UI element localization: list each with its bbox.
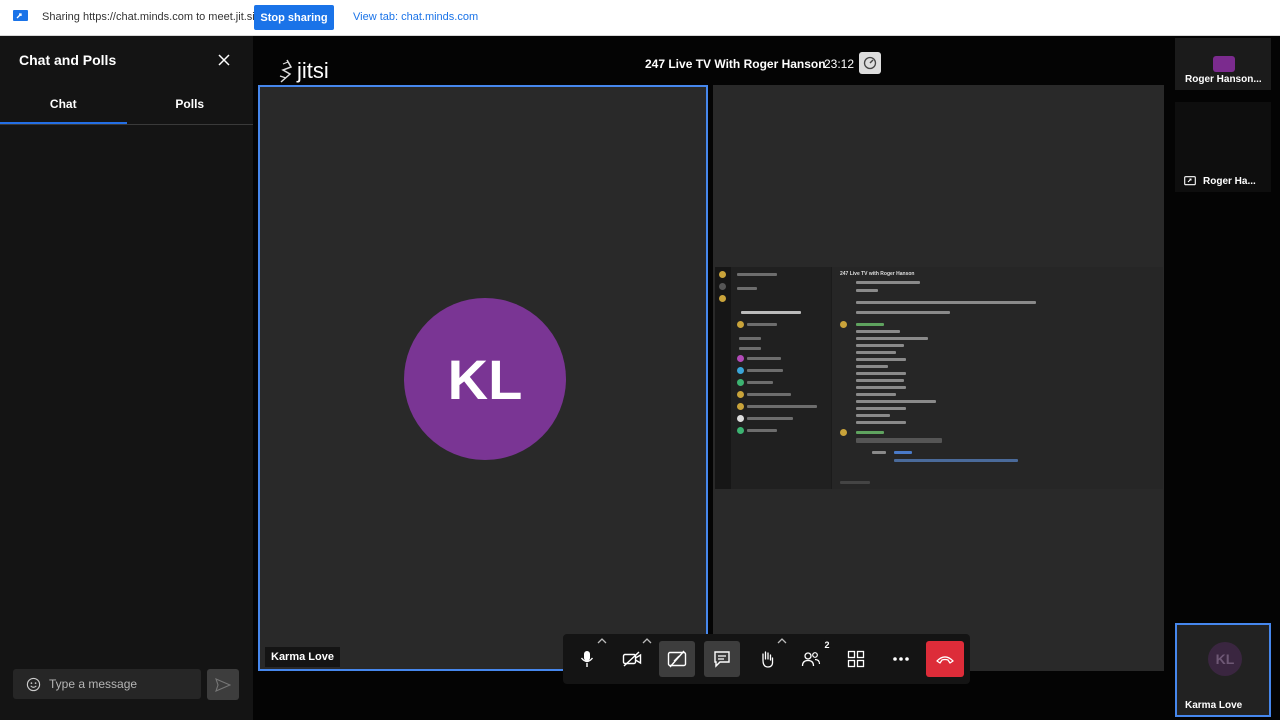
participants-icon [801, 652, 821, 667]
participant-name-tag: Karma Love [265, 647, 340, 667]
microphone-button[interactable] [569, 641, 605, 677]
avatar: KL [1208, 642, 1242, 676]
meeting-toolbar: 2 [563, 634, 970, 684]
participant-tile-karma-love[interactable]: KL Karma Love [258, 85, 708, 671]
filmstrip-item[interactable]: Roger Hanson... [1175, 38, 1271, 90]
microphone-icon [580, 651, 594, 667]
tile-view-button[interactable] [838, 641, 874, 677]
sharing-bar: Sharing https://chat.minds.com to meet.j… [0, 0, 1280, 36]
chat-panel: Chat and Polls Chat Polls [0, 36, 253, 720]
participants-count-badge: 2 [821, 639, 833, 651]
screen-share-icon [13, 10, 28, 21]
send-button[interactable] [207, 669, 239, 700]
shared-screen-content: 247 Live TV with Roger Hanson [715, 267, 1163, 489]
camera-button[interactable] [614, 641, 650, 677]
emoji-icon[interactable] [26, 677, 41, 692]
close-icon[interactable] [216, 52, 232, 68]
participant-name: Roger Ha... [1184, 176, 1256, 187]
tab-chat[interactable]: Chat [0, 92, 127, 124]
chat-input-container [13, 669, 201, 699]
chevron-up-icon[interactable] [777, 637, 787, 645]
send-icon [215, 677, 231, 692]
video-stage: jitsi 247 Live TV With Roger Hanson 23:1… [253, 36, 1173, 720]
shared-sidebar [715, 267, 831, 489]
hangup-icon [936, 656, 954, 664]
chat-button[interactable] [704, 641, 740, 677]
participant-name: Karma Love [1185, 700, 1243, 711]
sharing-text: Sharing https://chat.minds.com to meet.j… [42, 11, 255, 23]
chevron-up-icon[interactable] [597, 637, 607, 645]
meeting-timer: 23:12 [824, 57, 855, 71]
meeting-title: 247 Live TV With Roger Hanson [645, 57, 826, 71]
stop-screen-share-icon [667, 650, 687, 668]
stop-sharing-button[interactable]: Stop sharing [254, 5, 334, 30]
view-tab-link[interactable]: View tab: chat.minds.com [353, 11, 478, 23]
camera-off-icon [622, 651, 642, 667]
chat-panel-title: Chat and Polls [19, 52, 117, 68]
raise-hand-button[interactable] [749, 641, 785, 677]
connection-indicator[interactable] [859, 52, 881, 74]
avatar [1213, 56, 1235, 72]
more-options-button[interactable] [883, 641, 919, 677]
avatar: KL [404, 298, 566, 460]
shared-screen-title: 247 Live TV with Roger Hanson [840, 271, 915, 277]
logo-text: jitsi [297, 58, 329, 83]
jitsi-logo: jitsi [277, 58, 329, 84]
participant-name: Roger Hanson... [1185, 74, 1262, 85]
screen-share-icon [1184, 176, 1196, 186]
screen-share-tile[interactable]: 247 Live TV with Roger Hanson [713, 85, 1164, 671]
filmstrip: Roger Hanson... Roger Ha... KL Karma Lov… [1173, 36, 1280, 720]
speedometer-icon [863, 56, 877, 70]
tab-polls[interactable]: Polls [127, 92, 254, 124]
chat-message-input[interactable] [49, 677, 189, 691]
jitsi-logo-icon [279, 59, 293, 83]
more-icon [893, 657, 909, 661]
chat-icon [714, 651, 730, 668]
screen-share-button[interactable] [659, 641, 695, 677]
tile-view-icon [847, 650, 865, 668]
filmstrip-item-local[interactable]: KL Karma Love [1175, 623, 1271, 717]
hangup-button[interactable] [926, 641, 964, 677]
chevron-up-icon[interactable] [642, 637, 652, 645]
shared-chat-area: 247 Live TV with Roger Hanson [832, 267, 1163, 489]
chat-tabs: Chat Polls [0, 92, 253, 125]
raise-hand-icon [762, 651, 774, 668]
